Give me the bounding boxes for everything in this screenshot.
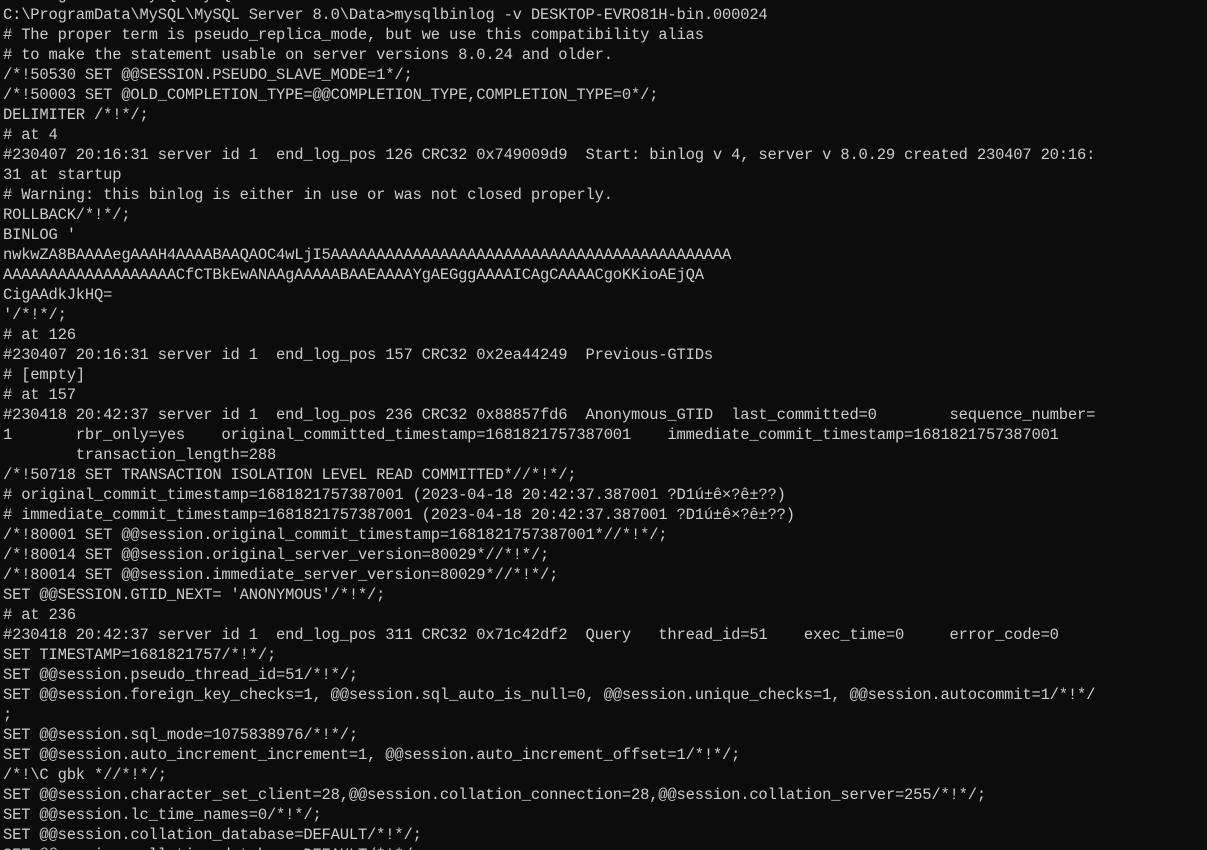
terminal-line: SET @@session.sql_mode=1075838976/*!*/; [3,726,358,744]
terminal-line: CigAAdkJkHQ= [3,286,113,304]
terminal-line: SET @@SESSION.GTID_NEXT= 'ANONYMOUS'/*!*… [3,586,386,604]
terminal-line: SET @@session.collation_database=DEFAULT… [3,845,1207,850]
terminal-line: /*!50003 SET @OLD_COMPLETION_TYPE=@@COMP… [3,86,659,104]
terminal-line: C:\ProgramData\MySQL\MySQL Server 8.0\Da… [3,6,768,24]
terminal-output[interactable]: C:\ProgramData\MySQL\MySQL Server 8.0\Da… [3,0,1207,850]
terminal-line: transaction_length=288 [3,446,277,464]
terminal-line: # at 236 [3,606,76,624]
terminal-line: nwkwZA8BAAAAegAAAH4AAAABAAQAOC4wLjI5AAAA… [3,246,732,264]
terminal-line: '/*!*/; [3,306,67,324]
terminal-line: SET @@session.lc_time_names=0/*!*/; [3,806,322,824]
terminal-line: ROLLBACK/*!*/; [3,206,131,224]
terminal-line: BINLOG ' [3,226,76,244]
terminal-line: SET TIMESTAMP=1681821757/*!*/; [3,646,277,664]
terminal-line: # The proper term is pseudo_replica_mode… [3,26,704,44]
terminal-line: SET @@session.auto_increment_increment=1… [3,746,741,764]
terminal-line: # at 157 [3,386,76,404]
terminal-line: #230418 20:42:37 server id 1 end_log_pos… [3,626,1059,644]
terminal-line: SET @@session.pseudo_thread_id=51/*!*/; [3,666,358,684]
terminal-line: SET @@session.foreign_key_checks=1, @@se… [3,686,1096,704]
terminal-line: AAAAAAAAAAAAAAAAAAACfCTBkEwANAAgAAAAABAA… [3,266,704,284]
terminal-line: /*!80001 SET @@session.original_commit_t… [3,526,668,544]
terminal-line: /*!50718 SET TRANSACTION ISOLATION LEVEL… [3,466,577,484]
terminal-line: SET @@session.collation_database=DEFAULT… [3,826,422,844]
terminal-line: # at 126 [3,326,76,344]
terminal-line: # original_commit_timestamp=168182175738… [3,486,786,504]
terminal-line: 1 rbr_only=yes original_committed_timest… [3,426,1059,444]
terminal-line: # to make the statement usable on server… [3,46,613,64]
terminal-line: DELIMITER /*!*/; [3,106,149,124]
terminal-line: /*!\C gbk *//*!*/; [3,766,167,784]
terminal-line: #230407 20:16:31 server id 1 end_log_pos… [3,346,713,364]
terminal-line: # at 4 [3,126,58,144]
terminal-line: SET @@session.character_set_client=28,@@… [3,786,986,804]
terminal-line: #230418 20:42:37 server id 1 end_log_pos… [3,406,1096,424]
terminal-line: /*!80014 SET @@session.original_server_v… [3,546,550,564]
terminal-line: #230407 20:16:31 server id 1 end_log_pos… [3,146,1096,164]
terminal-line: /*!80014 SET @@session.immediate_server_… [3,566,559,584]
terminal-line: # Warning: this binlog is either in use … [3,186,613,204]
terminal-line: # immediate_commit_timestamp=16818217573… [3,506,795,524]
terminal-line: # [empty] [3,366,85,384]
terminal-line: ; [3,706,13,724]
terminal-line: 31 at startup [3,166,122,184]
terminal-line: /*!50530 SET @@SESSION.PSEUDO_SLAVE_MODE… [3,66,413,84]
